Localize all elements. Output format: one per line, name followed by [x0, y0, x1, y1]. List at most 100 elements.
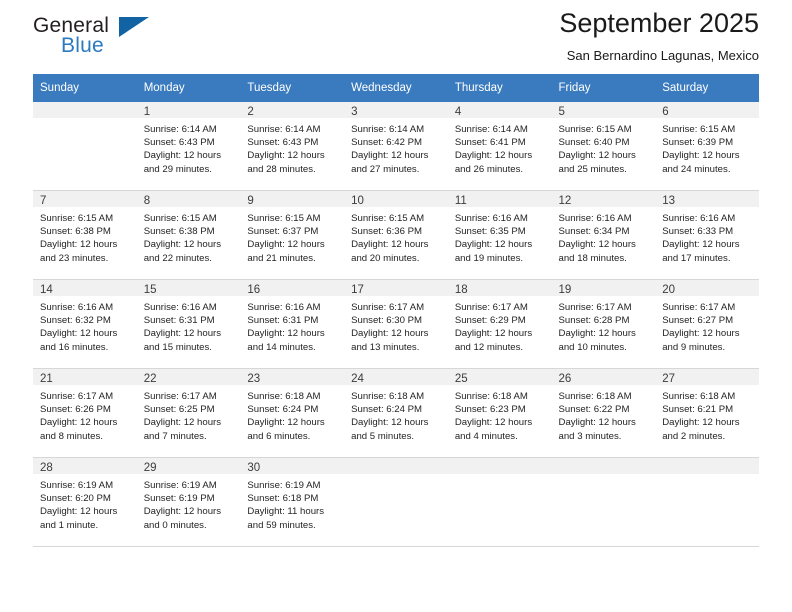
logo-text-blue: Blue [61, 34, 104, 57]
sunset-text: Sunset: 6:37 PM [247, 226, 319, 238]
sunset-text: Sunset: 6:39 PM [662, 137, 734, 149]
calendar-day-cell[interactable]: 16 Sunrise: 6:16 AM Sunset: 6:31 PM Dayligh… [240, 280, 345, 368]
calendar-day-cell[interactable]: 7 Sunrise: 6:15 AM Sunset: 6:38 PM Daylight… [33, 191, 137, 279]
daylight-text-line1: Daylight: 12 hours [454, 417, 533, 429]
calendar-day-cell[interactable]: 30 Sunrise: 6:19 AM Sunset: 6:18 PM Dayligh… [240, 458, 345, 546]
daylight-text-line2: and 25 minutes. [558, 163, 627, 175]
day-sun-info: Sunrise: 6:17 AM Sunset: 6:25 PM Daylight:… [137, 385, 241, 443]
sunset-text: Sunset: 6:20 PM [40, 493, 111, 505]
day-number [344, 458, 448, 474]
calendar-cell-empty [33, 102, 137, 190]
calendar-day-cell[interactable]: 21 Sunrise: 6:17 AM Sunset: 6:26 PM Dayligh… [33, 369, 137, 457]
day-number: 23 [240, 369, 345, 385]
calendar-day-cell[interactable]: 24 Sunrise: 6:18 AM Sunset: 6:24 PM Dayligh… [344, 369, 448, 457]
calendar-day-cell[interactable]: 26 Sunrise: 6:18 AM Sunset: 6:22 PM Dayligh… [551, 369, 656, 457]
calendar-day-cell[interactable]: 19 Sunrise: 6:17 AM Sunset: 6:28 PM Dayligh… [551, 280, 656, 368]
page-subtitle: San Bernardino Lagunas, Mexico [566, 48, 759, 64]
day-sun-info: Sunrise: 6:14 AM Sunset: 6:42 PM Daylight:… [344, 118, 448, 176]
sunrise-text: Sunrise: 6:16 AM [558, 213, 632, 224]
day-sun-info: Sunrise: 6:15 AM Sunset: 6:40 PM Daylight:… [552, 118, 656, 176]
calendar-day-cell[interactable]: 1 Sunrise: 6:14 AM Sunset: 6:43 PM Daylight… [136, 102, 241, 190]
sunrise-text: Sunrise: 6:18 AM [662, 391, 736, 402]
sunset-text: Sunset: 6:31 PM [247, 315, 319, 327]
day-sun-info: Sunrise: 6:19 AM Sunset: 6:19 PM Daylight:… [137, 474, 241, 532]
day-sun-info: Sunrise: 6:18 AM Sunset: 6:24 PM Daylight:… [240, 385, 344, 443]
calendar-day-cell[interactable]: 12 Sunrise: 6:16 AM Sunset: 6:34 PM Dayligh… [551, 191, 656, 279]
daylight-text-line1: Daylight: 12 hours [558, 150, 636, 162]
daylight-text-line1: Daylight: 12 hours [351, 150, 429, 162]
day-number: 20 [655, 280, 759, 296]
calendar-day-cell[interactable]: 28 Sunrise: 6:19 AM Sunset: 6:20 PM Dayligh… [33, 458, 137, 546]
daylight-text-line2: and 1 minute. [40, 519, 99, 531]
daylight-text-line1: Daylight: 12 hours [351, 417, 429, 429]
daylight-text-line1: Daylight: 12 hours [662, 239, 740, 251]
day-number [551, 458, 656, 474]
daylight-text-line2: and 8 minutes. [40, 430, 103, 442]
daylight-text-line2: and 5 minutes. [351, 430, 415, 442]
calendar-day-cell[interactable]: 8 Sunrise: 6:15 AM Sunset: 6:38 PM Daylight… [136, 191, 241, 279]
calendar-day-cell[interactable]: 20 Sunrise: 6:17 AM Sunset: 6:27 PM Dayligh… [655, 280, 759, 368]
day-number: 27 [655, 369, 759, 385]
day-sun-info: Sunrise: 6:15 AM Sunset: 6:36 PM Daylight:… [344, 207, 448, 265]
calendar-day-cell[interactable]: 14 Sunrise: 6:16 AM Sunset: 6:32 PM Dayligh… [33, 280, 137, 368]
calendar-header-row: Sunday Monday Tuesday Wednesday Thursday… [33, 74, 759, 102]
sunrise-text: Sunrise: 6:15 AM [662, 124, 736, 135]
calendar-day-cell[interactable]: 13 Sunrise: 6:16 AM Sunset: 6:33 PM Dayligh… [655, 191, 759, 279]
calendar-day-cell[interactable]: 4 Sunrise: 6:14 AM Sunset: 6:41 PM Daylight… [447, 102, 552, 190]
day-number: 19 [551, 280, 656, 296]
daylight-text-line2: and 4 minutes. [454, 430, 518, 442]
daylight-text-line2: and 26 minutes. [454, 163, 524, 175]
calendar-day-cell[interactable]: 3 Sunrise: 6:14 AM Sunset: 6:42 PM Daylight… [344, 102, 448, 190]
sunrise-text: Sunrise: 6:17 AM [143, 391, 217, 402]
daylight-text-line2: and 21 minutes. [247, 252, 316, 264]
general-blue-logo[interactable]: General Blue [33, 14, 173, 62]
daylight-text-line1: Daylight: 12 hours [351, 328, 429, 340]
day-number: 14 [33, 280, 137, 296]
day-sun-info: Sunrise: 6:16 AM Sunset: 6:35 PM Daylight:… [448, 207, 552, 265]
day-sun-info: Sunrise: 6:15 AM Sunset: 6:37 PM Daylight:… [240, 207, 344, 265]
calendar-week-row: 14 Sunrise: 6:16 AM Sunset: 6:32 PM Dayligh… [33, 279, 759, 369]
day-number: 5 [551, 102, 656, 118]
weekday-header-sunday: Sunday [33, 74, 137, 102]
sunrise-text: Sunrise: 6:17 AM [558, 302, 632, 313]
day-sun-info: Sunrise: 6:18 AM Sunset: 6:23 PM Daylight:… [448, 385, 552, 443]
calendar-day-cell[interactable]: 10 Sunrise: 6:15 AM Sunset: 6:36 PM Dayligh… [344, 191, 448, 279]
calendar-day-cell[interactable]: 22 Sunrise: 6:17 AM Sunset: 6:25 PM Dayligh… [136, 369, 241, 457]
calendar-page: General Blue September 2025 San Bernardi… [0, 0, 792, 612]
day-number: 9 [240, 191, 345, 207]
calendar-day-cell[interactable]: 11 Sunrise: 6:16 AM Sunset: 6:35 PM Dayligh… [447, 191, 552, 279]
sunrise-text: Sunrise: 6:17 AM [662, 302, 736, 313]
daylight-text-line1: Daylight: 12 hours [247, 417, 325, 429]
calendar-day-cell[interactable]: 6 Sunrise: 6:15 AM Sunset: 6:39 PM Daylight… [655, 102, 759, 190]
daylight-text-line2: and 59 minutes. [247, 519, 316, 531]
calendar-day-cell[interactable]: 17 Sunrise: 6:17 AM Sunset: 6:30 PM Dayligh… [344, 280, 448, 368]
calendar-day-cell[interactable]: 18 Sunrise: 6:17 AM Sunset: 6:29 PM Dayligh… [447, 280, 552, 368]
calendar-day-cell[interactable]: 15 Sunrise: 6:16 AM Sunset: 6:31 PM Dayligh… [136, 280, 241, 368]
calendar-day-cell[interactable]: 23 Sunrise: 6:18 AM Sunset: 6:24 PM Dayligh… [240, 369, 345, 457]
calendar-day-cell[interactable]: 25 Sunrise: 6:18 AM Sunset: 6:23 PM Dayligh… [447, 369, 552, 457]
calendar-day-cell[interactable]: 5 Sunrise: 6:15 AM Sunset: 6:40 PM Daylight… [551, 102, 656, 190]
page-title: September 2025 [559, 8, 759, 38]
sunset-text: Sunset: 6:19 PM [143, 493, 215, 505]
daylight-text-line1: Daylight: 12 hours [143, 417, 222, 429]
daylight-text-line1: Daylight: 12 hours [40, 506, 118, 518]
sunset-text: Sunset: 6:31 PM [143, 315, 215, 327]
sunset-text: Sunset: 6:22 PM [558, 404, 630, 416]
daylight-text-line2: and 12 minutes. [454, 341, 524, 353]
day-sun-info: Sunrise: 6:16 AM Sunset: 6:31 PM Daylight:… [137, 296, 241, 354]
calendar-day-cell[interactable]: 29 Sunrise: 6:19 AM Sunset: 6:19 PM Dayligh… [136, 458, 241, 546]
calendar-day-cell[interactable]: 2 Sunrise: 6:14 AM Sunset: 6:43 PM Daylight… [240, 102, 345, 190]
sunrise-text: Sunrise: 6:16 AM [662, 213, 736, 224]
daylight-text-line1: Daylight: 12 hours [351, 239, 429, 251]
day-number: 12 [551, 191, 656, 207]
calendar-day-cell[interactable]: 9 Sunrise: 6:15 AM Sunset: 6:37 PM Daylight… [240, 191, 345, 279]
day-sun-info: Sunrise: 6:17 AM Sunset: 6:26 PM Daylight:… [33, 385, 137, 443]
day-number: 16 [240, 280, 345, 296]
daylight-text-line1: Daylight: 12 hours [558, 328, 636, 340]
calendar-day-cell[interactable]: 27 Sunrise: 6:18 AM Sunset: 6:21 PM Dayligh… [655, 369, 759, 457]
calendar-grid: Sunday Monday Tuesday Wednesday Thursday… [33, 74, 759, 547]
sunrise-text: Sunrise: 6:14 AM [247, 124, 321, 135]
day-sun-info: Sunrise: 6:15 AM Sunset: 6:39 PM Daylight:… [655, 118, 759, 176]
sunset-text: Sunset: 6:33 PM [662, 226, 734, 238]
day-number: 28 [33, 458, 137, 474]
